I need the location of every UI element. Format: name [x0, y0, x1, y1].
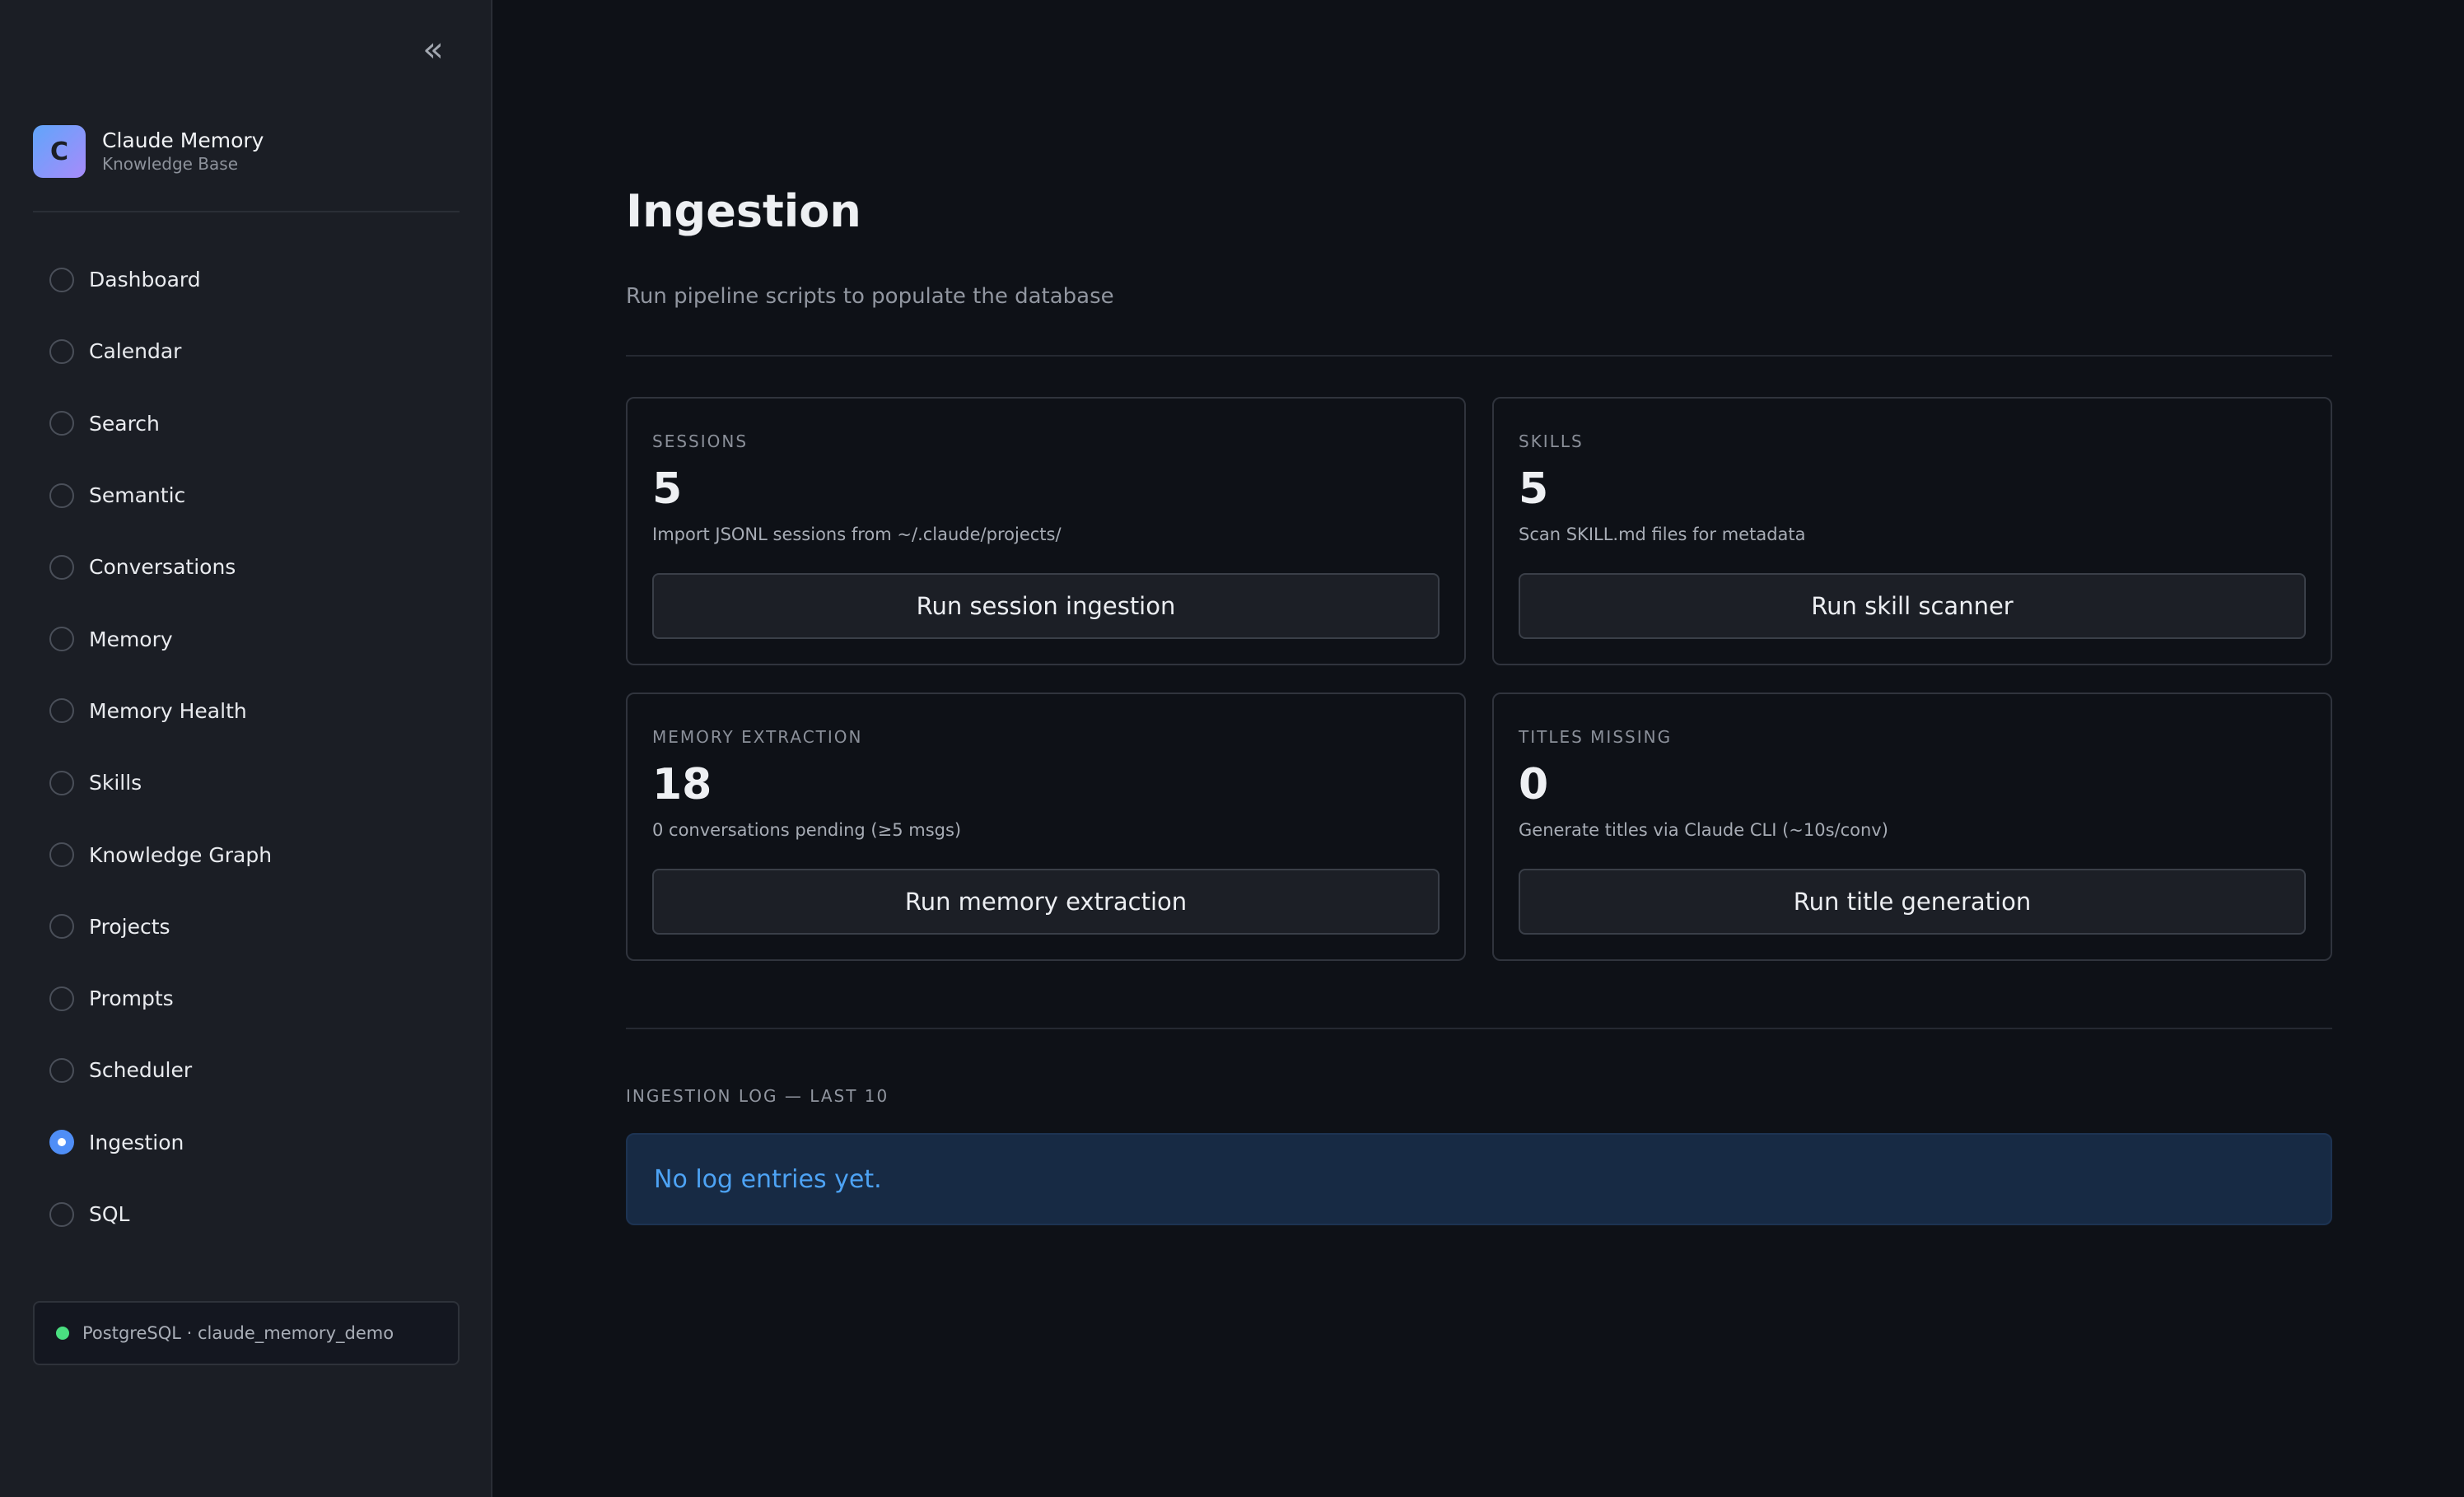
brand-text: Claude Memory Knowledge Base [102, 128, 264, 175]
brand-subtitle: Knowledge Base [102, 154, 238, 174]
card-value: 0 [1519, 760, 1549, 809]
sidebar-item-label: Calendar [89, 339, 182, 364]
page-title: Ingestion [626, 185, 861, 237]
card-value: 5 [652, 464, 683, 514]
log-empty-message: No log entries yet. [654, 1164, 882, 1194]
radio-icon[interactable] [49, 411, 74, 436]
sidebar-item-ingestion[interactable]: Ingestion [49, 1107, 461, 1178]
radio-icon[interactable] [49, 627, 74, 652]
sidebar-item-label: Projects [89, 914, 170, 939]
ingestion-log-info-box: No log entries yet. [626, 1133, 2332, 1225]
radio-icon[interactable] [49, 1201, 74, 1227]
card-value: 5 [1519, 464, 1549, 514]
sidebar-item-dashboard[interactable]: Dashboard [49, 244, 461, 315]
sidebar-item-skills[interactable]: Skills [49, 747, 461, 818]
ingestion-log-heading: INGESTION LOG — LAST 10 [626, 1086, 889, 1106]
sidebar-divider [33, 211, 460, 212]
sidebar-item-label: Ingestion [89, 1130, 184, 1154]
page-subtitle: Run pipeline scripts to populate the dat… [626, 284, 1114, 309]
radio-icon[interactable] [49, 554, 74, 580]
collapse-sidebar-icon[interactable]: « [412, 31, 455, 68]
card-label: SKILLS [1519, 431, 1584, 451]
radio-icon[interactable] [49, 698, 74, 724]
card-description: Generate titles via Claude CLI (~10s/con… [1519, 820, 1888, 840]
card-label: SESSIONS [652, 431, 749, 451]
run-memory-extraction-button[interactable]: Run memory extraction [652, 869, 1440, 935]
card-description: Import JSONL sessions from ~/.claude/pro… [652, 525, 1062, 544]
sidebar-item-label: SQL [89, 1202, 130, 1226]
sidebar-item-label: Prompts [89, 986, 174, 1011]
card-description: 0 conversations pending (≥5 msgs) [652, 820, 962, 840]
sidebar-item-label: Search [89, 411, 160, 436]
radio-icon[interactable] [49, 483, 74, 508]
brand-logo: C [33, 125, 86, 178]
sidebar-item-prompts[interactable]: Prompts [49, 963, 461, 1034]
sidebar-item-memory-health[interactable]: Memory Health [49, 675, 461, 747]
sidebar-item-label: Knowledge Graph [89, 842, 273, 867]
header-divider [626, 355, 2332, 357]
radio-icon[interactable] [49, 770, 74, 795]
brand: C Claude Memory Knowledge Base [33, 125, 264, 178]
run-skill-scanner-button[interactable]: Run skill scanner [1519, 573, 2306, 639]
titles-missing-card: TITLES MISSING 0 Generate titles via Cla… [1492, 693, 2332, 961]
sidebar-item-search[interactable]: Search [49, 388, 461, 459]
run-session-ingestion-button[interactable]: Run session ingestion [652, 573, 1440, 639]
card-value: 18 [652, 760, 712, 809]
status-dot-icon [56, 1327, 69, 1340]
sidebar-item-label: Memory [89, 627, 173, 651]
sidebar-item-label: Semantic [89, 483, 186, 508]
database-label: PostgreSQL · claude_memory_demo [82, 1323, 394, 1343]
sidebar-item-sql[interactable]: SQL [49, 1178, 461, 1250]
radio-icon[interactable] [49, 842, 74, 868]
card-description: Scan SKILL.md files for metadata [1519, 525, 1806, 544]
sessions-card: SESSIONS 5 Import JSONL sessions from ~/… [626, 397, 1466, 665]
sidebar-item-label: Scheduler [89, 1058, 193, 1083]
sidebar-item-projects[interactable]: Projects [49, 891, 461, 963]
card-label: TITLES MISSING [1519, 727, 1673, 747]
sidebar: « C Claude Memory Knowledge Base Dashboa… [0, 0, 492, 1497]
skills-card: SKILLS 5 Scan SKILL.md files for metadat… [1492, 397, 2332, 665]
sidebar-item-semantic[interactable]: Semantic [49, 459, 461, 531]
database-status: PostgreSQL · claude_memory_demo [33, 1301, 460, 1365]
sidebar-item-label: Dashboard [89, 268, 201, 292]
run-title-generation-button[interactable]: Run title generation [1519, 869, 2306, 935]
sidebar-item-calendar[interactable]: Calendar [49, 315, 461, 387]
sidebar-item-memory[interactable]: Memory [49, 603, 461, 674]
sidebar-item-conversations[interactable]: Conversations [49, 531, 461, 603]
sidebar-item-label: Skills [89, 771, 142, 795]
sidebar-nav: Dashboard Calendar Search Semantic Conve… [49, 244, 461, 1250]
radio-icon[interactable] [49, 986, 74, 1011]
radio-checked-icon[interactable] [49, 1130, 74, 1155]
sidebar-item-knowledge-graph[interactable]: Knowledge Graph [49, 818, 461, 890]
radio-icon[interactable] [49, 914, 74, 940]
card-label: MEMORY EXTRACTION [652, 727, 863, 747]
memory-extraction-card: MEMORY EXTRACTION 18 0 conversations pen… [626, 693, 1466, 961]
sidebar-item-label: Memory Health [89, 698, 247, 723]
radio-icon[interactable] [49, 1057, 74, 1083]
sidebar-item-label: Conversations [89, 555, 236, 580]
sidebar-item-scheduler[interactable]: Scheduler [49, 1034, 461, 1106]
section-divider [626, 1028, 2332, 1029]
brand-title: Claude Memory [102, 128, 264, 152]
radio-icon[interactable] [49, 267, 74, 292]
radio-icon[interactable] [49, 338, 74, 364]
